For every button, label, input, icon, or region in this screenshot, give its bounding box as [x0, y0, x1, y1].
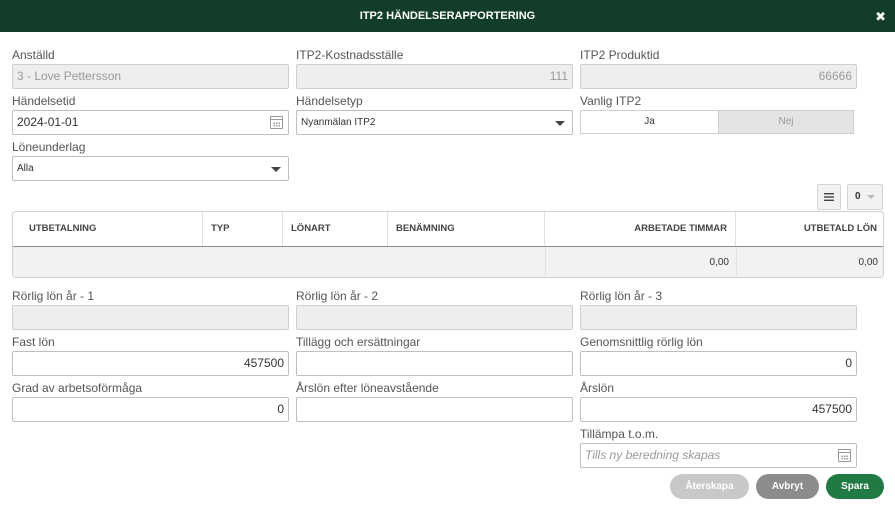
- column-header-utbetalning[interactable]: UTBETALNING: [13, 212, 203, 246]
- genomsnitt-label: Genomsnittlig rörlig lön: [580, 335, 703, 349]
- tillagg-input[interactable]: [296, 351, 573, 376]
- handelsetyp-label: Händelsetyp: [296, 94, 363, 108]
- avbryt-button[interactable]: Avbryt: [756, 474, 819, 499]
- rorlig2-label: Rörlig lön år - 2: [296, 289, 379, 303]
- dialog-title: ITP2 HÄNDELSERAPPORTERING: [359, 10, 536, 22]
- produktid-label: ITP2 Produktid: [580, 48, 660, 62]
- column-header-benamning[interactable]: BENÄMNING: [388, 212, 545, 246]
- calendar-icon[interactable]: [270, 116, 283, 129]
- handelsetid-value: 2024-01-01: [17, 115, 79, 129]
- handelsetyp-select[interactable]: Nyanmälan ITP2: [296, 110, 573, 135]
- aterskapa-button[interactable]: Återskapa: [670, 474, 749, 499]
- page-size-select[interactable]: 0: [847, 184, 883, 210]
- chevron-down-icon: [271, 167, 281, 172]
- fast-lon-input[interactable]: 457500: [12, 351, 289, 376]
- page-size-value: 0: [855, 191, 861, 202]
- anstalld-field: 3 - Love Pettersson: [12, 64, 289, 89]
- vanlig-itp2-label: Vanlig ITP2: [580, 94, 642, 108]
- chevron-down-icon: [555, 121, 565, 126]
- total-arbetade-timmar: 0,00: [545, 247, 736, 277]
- vanlig-itp2-ja-option[interactable]: Ja: [580, 110, 719, 134]
- rorlig1-label: Rörlig lön år - 1: [12, 289, 95, 303]
- column-header-typ[interactable]: TYP: [203, 212, 283, 246]
- column-header-utbetald-lon[interactable]: UTBETALD LÖN: [736, 212, 883, 246]
- calendar-icon[interactable]: [838, 449, 851, 462]
- grad-input[interactable]: 0: [12, 397, 289, 422]
- anstalld-label: Anställd: [12, 48, 55, 62]
- close-icon[interactable]: ✖: [875, 0, 886, 34]
- column-header-lonart[interactable]: LÖNART: [283, 212, 388, 246]
- tillampa-placeholder: Tills ny beredning skapas: [585, 448, 721, 462]
- arslon-efter-label: Årslön efter löneavstående: [296, 381, 439, 395]
- column-header-arbetade-timmar[interactable]: ARBETADE TIMMAR: [545, 212, 736, 246]
- salary-table: UTBETALNING TYP LÖNART BENÄMNING ARBETAD…: [12, 211, 884, 278]
- column-menu-button[interactable]: [817, 184, 841, 210]
- kostnadsstalle-label: ITP2-Kostnadsställe: [296, 48, 404, 62]
- fast-lon-label: Fast lön: [12, 335, 55, 349]
- total-utbetald-lon: 0,00: [736, 247, 883, 277]
- handelsetid-label: Händelsetid: [12, 94, 76, 108]
- kostnadsstalle-field: 111: [296, 64, 573, 89]
- loneunderlag-value: Alla: [17, 163, 34, 174]
- produktid-field: 66666: [580, 64, 857, 89]
- arslon-efter-input[interactable]: [296, 397, 573, 422]
- tillagg-label: Tillägg och ersättningar: [296, 335, 421, 349]
- spara-button[interactable]: Spara: [826, 474, 884, 499]
- grad-label: Grad av arbetsoförmåga: [12, 381, 143, 395]
- dialog-header: ITP2 HÄNDELSERAPPORTERING ✖: [0, 0, 895, 32]
- handelsetyp-value: Nyanmälan ITP2: [301, 117, 376, 128]
- chevron-down-icon: [867, 195, 875, 199]
- rorlig3-label: Rörlig lön år - 3: [580, 289, 663, 303]
- hamburger-menu-icon: [824, 193, 834, 201]
- vanlig-itp2-nej-option[interactable]: Nej: [719, 110, 854, 134]
- loneunderlag-select[interactable]: Alla: [12, 156, 289, 181]
- genomsnitt-input[interactable]: 0: [580, 351, 857, 376]
- tillampa-label: Tillämpa t.o.m.: [580, 427, 659, 441]
- rorlig1-field: [12, 305, 289, 330]
- loneunderlag-label: Löneunderlag: [12, 140, 86, 154]
- tillampa-date-input[interactable]: Tills ny beredning skapas: [580, 443, 857, 468]
- rorlig3-field: [580, 305, 857, 330]
- handelsetid-date-input[interactable]: 2024-01-01: [12, 110, 289, 135]
- arslon-label: Årslön: [580, 381, 615, 395]
- rorlig2-field: [296, 305, 573, 330]
- arslon-input[interactable]: 457500: [580, 397, 857, 422]
